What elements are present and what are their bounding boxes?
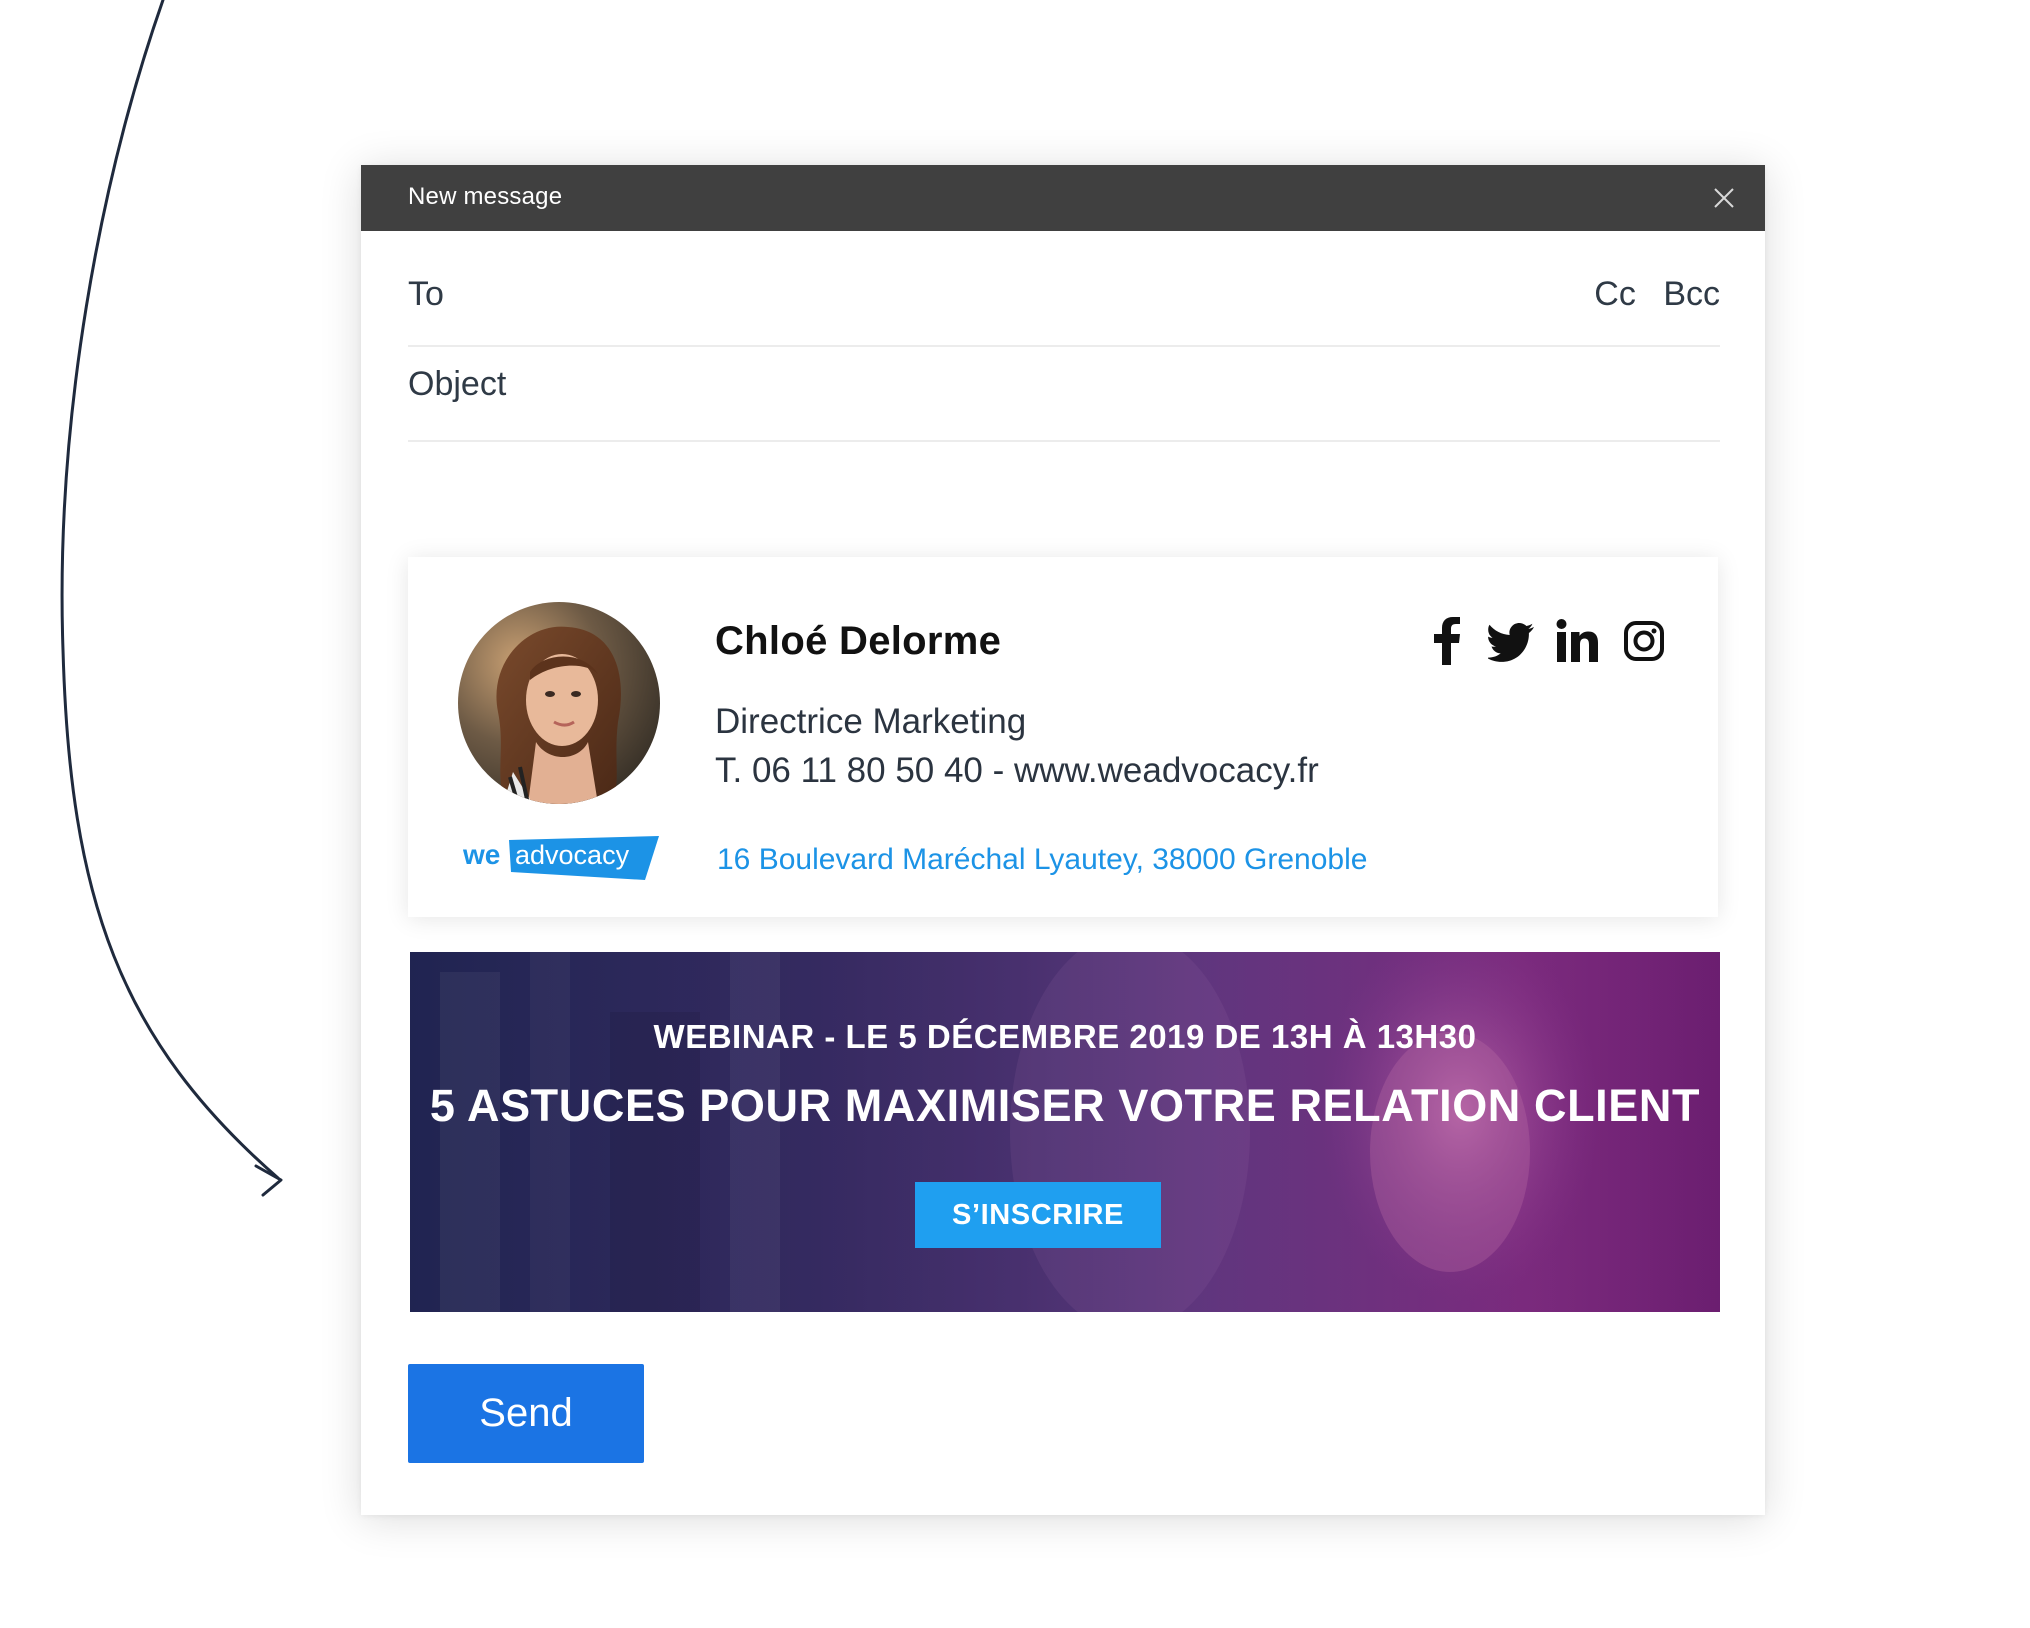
facebook-icon[interactable] xyxy=(1432,617,1462,665)
avatar xyxy=(458,602,660,804)
logo-text-advocacy: advocacy xyxy=(515,840,630,870)
register-button[interactable]: S’INSCRIRE xyxy=(915,1182,1161,1248)
object-label: Object xyxy=(408,365,507,403)
compose-titlebar: New message xyxy=(361,165,1765,231)
to-label: To xyxy=(408,275,444,313)
close-icon[interactable] xyxy=(1711,185,1737,211)
weadvocacy-logo: we advocacy xyxy=(463,836,659,880)
cc-bcc-links: Cc Bcc xyxy=(1594,275,1720,314)
signature-name: Chloé Delorme xyxy=(715,619,1002,663)
email-signature: we advocacy Chloé Delorme Directrice Mar… xyxy=(408,557,1718,917)
signature-role: Directrice Marketing xyxy=(715,702,1027,741)
logo-text-we: we xyxy=(463,839,500,870)
to-field[interactable]: To Cc Bcc xyxy=(408,231,1720,347)
banner-headline: 5 ASTUCES POUR MAXIMISER VOTRE RELATION … xyxy=(429,1080,1701,1131)
cc-link[interactable]: Cc xyxy=(1594,275,1636,313)
window-title: New message xyxy=(408,183,563,210)
signature-contact: T. 06 11 80 50 40 - www.weadvocacy.fr xyxy=(715,751,1319,790)
signature-address-link[interactable]: 16 Boulevard Maréchal Lyautey, 38000 Gre… xyxy=(717,843,1367,877)
banner-kicker: WEBINAR - LE 5 DÉCEMBRE 2019 DE 13H À 13… xyxy=(653,1018,1477,1055)
send-button[interactable]: Send xyxy=(408,1364,644,1463)
webinar-banner[interactable]: WEBINAR - LE 5 DÉCEMBRE 2019 DE 13H À 13… xyxy=(410,952,1720,1312)
object-field[interactable]: Object xyxy=(408,345,1720,442)
bcc-link[interactable]: Bcc xyxy=(1663,275,1720,313)
instagram-icon[interactable] xyxy=(1624,617,1664,665)
banner-background-image xyxy=(410,952,1720,1312)
compose-window: New message To Cc Bcc Object we advocacy… xyxy=(361,165,1765,1515)
twitter-icon[interactable] xyxy=(1488,617,1536,665)
linkedin-icon[interactable] xyxy=(1556,617,1600,665)
